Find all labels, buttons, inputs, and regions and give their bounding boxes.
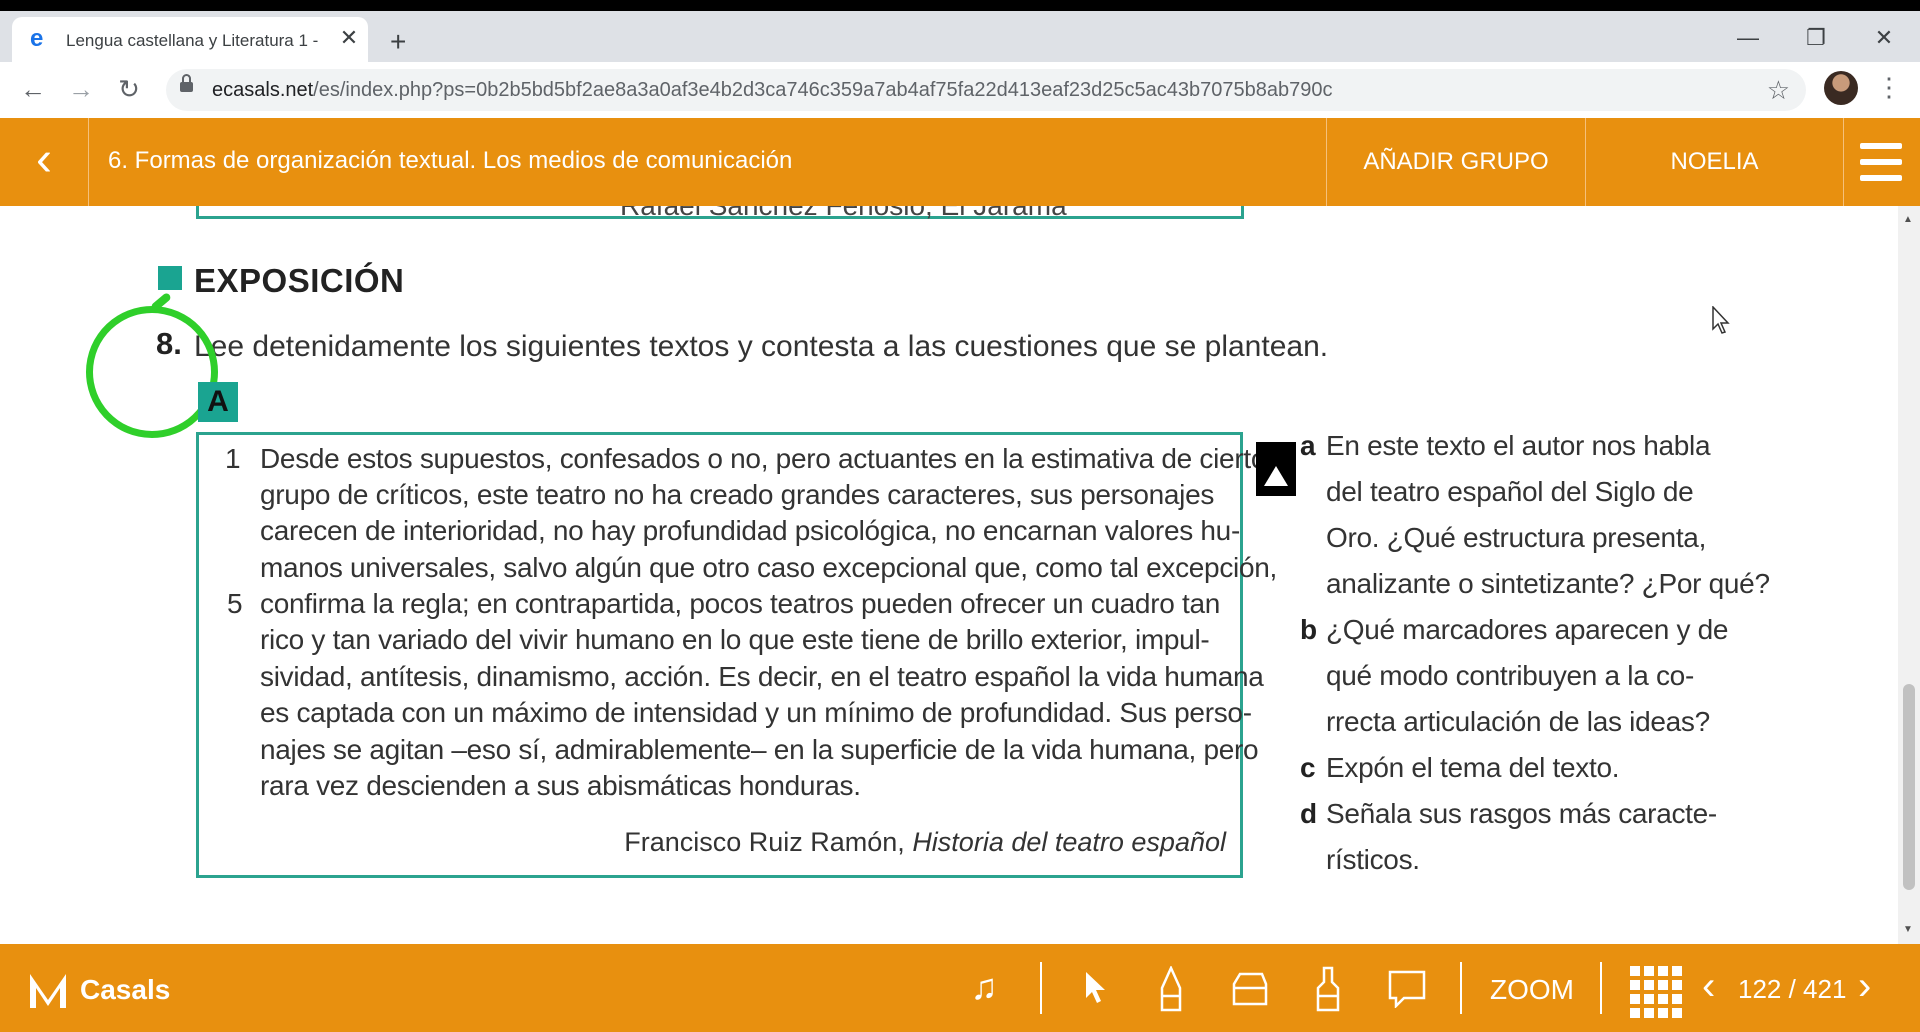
paragraph-line: grupo de críticos, este teatro no ha cre… bbox=[260, 479, 1215, 510]
page-indicator: 122 / 421 bbox=[1738, 974, 1847, 1004]
url-text: ecasals.net/es/index.php?ps=0b2b5bd5bf2a… bbox=[212, 79, 1333, 101]
scroll-down-icon[interactable]: ▼ bbox=[1903, 924, 1913, 935]
question-line: En este texto el autor nos habla bbox=[1326, 430, 1711, 461]
zoom-button[interactable]: ZOOM bbox=[1490, 974, 1574, 1006]
paragraph-line: rara vez descienden a sus abismáticas ho… bbox=[260, 770, 861, 801]
app-header: ‹ 6. Formas de organización textual. Los… bbox=[0, 118, 1920, 206]
previous-citation: Rafael Sánchez Ferlosio, El Jarama bbox=[620, 206, 1067, 222]
lock-icon bbox=[180, 74, 193, 92]
chevron-right-icon[interactable]: › bbox=[1858, 964, 1871, 1009]
eraser-icon[interactable] bbox=[1232, 970, 1268, 1008]
question-line: Señala sus rasgos más caracte- bbox=[1326, 798, 1717, 829]
tab-title: Lengua castellana y Literatura 1 - bbox=[66, 31, 319, 50]
activity-triangle-icon bbox=[1256, 442, 1296, 496]
paragraph-line: rico y tan variado del vivir humano en l… bbox=[260, 624, 1210, 655]
tab-close-icon[interactable]: ✕ bbox=[336, 25, 362, 51]
edge-favicon-icon: e bbox=[30, 25, 44, 52]
url-input[interactable]: ecasals.net/es/index.php?ps=0b2b5bd5bf2a… bbox=[166, 69, 1806, 111]
line-number: 5 bbox=[227, 588, 243, 619]
pointer-icon[interactable] bbox=[1082, 970, 1112, 1006]
user-button[interactable]: NOELIA bbox=[1585, 118, 1843, 206]
browser-tab[interactable]: e Lengua castellana y Literatura 1 - ✕ bbox=[12, 17, 368, 62]
pen-icon[interactable] bbox=[1156, 966, 1186, 1012]
profile-avatar[interactable] bbox=[1824, 71, 1858, 105]
question-line: qué modo contribuyen a la co- bbox=[1326, 660, 1694, 691]
text-label-a: A bbox=[198, 382, 238, 422]
unit-title: 6. Formas de organización textual. Los m… bbox=[108, 147, 793, 174]
paragraph-line: confirma la regla; en contrapartida, poc… bbox=[260, 588, 1221, 619]
add-group-button[interactable]: AÑADIR GRUPO bbox=[1326, 118, 1585, 206]
question-line: rísticos. bbox=[1326, 844, 1420, 875]
paragraph-line: sividad, antítesis, dinamismo, acción. E… bbox=[260, 661, 1264, 692]
back-arrow-icon[interactable]: ← bbox=[16, 74, 50, 105]
new-tab-button[interactable]: + bbox=[390, 28, 406, 56]
grid-icon[interactable] bbox=[1630, 966, 1682, 1018]
mouse-cursor-icon bbox=[1712, 306, 1730, 334]
vertical-scrollbar[interactable]: ▲ ▼ bbox=[1898, 206, 1920, 944]
hamburger-menu-icon[interactable] bbox=[1843, 118, 1920, 206]
music-icon[interactable]: ♫ bbox=[960, 966, 1008, 1008]
question-letter-c: c bbox=[1300, 752, 1316, 783]
bottom-toolbar: Casals ♫ ZOOM ‹ 122 / 421 › bbox=[0, 944, 1920, 1032]
scrollbar-thumb[interactable] bbox=[1903, 684, 1915, 890]
paragraph-line: najes se agitan –eso sí, admirablemente–… bbox=[260, 734, 1259, 765]
highlighter-icon[interactable] bbox=[1312, 966, 1344, 1012]
green-circle-annotation bbox=[75, 295, 229, 449]
toolbar-divider bbox=[1040, 962, 1042, 1014]
toolbar-divider bbox=[1460, 962, 1462, 1014]
reload-icon[interactable]: ↻ bbox=[112, 74, 146, 105]
section-marker bbox=[158, 266, 182, 290]
question-line: Expón el tema del texto. bbox=[1326, 752, 1620, 783]
question-letter-b: b bbox=[1300, 614, 1318, 645]
chevron-left-icon[interactable]: ‹ bbox=[1702, 964, 1715, 1009]
scroll-up-icon[interactable]: ▲ bbox=[1903, 214, 1913, 225]
book-page: Rafael Sánchez Ferlosio, El Jarama EXPOS… bbox=[0, 206, 1898, 944]
question-line: rrecta articulación de las ideas? bbox=[1326, 706, 1710, 737]
question-line: ¿Qué marcadores aparecen y de bbox=[1326, 614, 1729, 645]
bookmark-star-icon[interactable]: ☆ bbox=[1767, 75, 1790, 106]
paragraph-line: manos universales, salvo algún que otro … bbox=[260, 552, 1277, 583]
citation: Francisco Ruiz Ramón, Historia del teatr… bbox=[624, 827, 1226, 857]
casals-logo-icon bbox=[30, 974, 66, 1008]
reading-text-box: 1 5 Desde estos supuestos, confesados o … bbox=[196, 432, 1277, 878]
brand-name: Casals bbox=[80, 974, 171, 1005]
paragraph-line: es captada con un máximo de intensidad y… bbox=[260, 697, 1252, 728]
section-title: EXPOSICIÓN bbox=[194, 262, 405, 299]
paragraph-line: Desde estos supuestos, confesados o no, … bbox=[260, 443, 1267, 474]
back-chevron-icon[interactable]: ‹ bbox=[0, 118, 89, 206]
restore-button[interactable]: ❐ bbox=[1796, 25, 1836, 51]
question-line: del teatro español del Siglo de bbox=[1326, 476, 1694, 507]
window-top-edge bbox=[0, 0, 1920, 11]
question-letter-a: a bbox=[1300, 430, 1316, 461]
question-line: Oro. ¿Qué estructura presenta, bbox=[1326, 522, 1707, 553]
question-text: Lee detenidamente los siguientes textos … bbox=[194, 330, 1329, 363]
question-letter-d: d bbox=[1300, 798, 1318, 829]
browser-menu-icon[interactable]: ⋮ bbox=[1876, 72, 1902, 103]
question-line: analizante o sintetizante? ¿Por qué? bbox=[1326, 568, 1770, 599]
forward-arrow-icon[interactable]: → bbox=[64, 74, 98, 105]
address-bar-row: ← → ↻ ecasals.net/es/index.php?ps=0b2b5b… bbox=[0, 62, 1920, 119]
paragraph-line: carecen de interioridad, no hay profundi… bbox=[260, 515, 1240, 546]
toolbar-divider bbox=[1600, 962, 1602, 1014]
comment-icon[interactable] bbox=[1388, 970, 1426, 1008]
close-window-button[interactable]: ✕ bbox=[1864, 25, 1904, 51]
minimize-button[interactable]: — bbox=[1728, 25, 1768, 51]
tab-strip: e Lengua castellana y Literatura 1 - ✕ +… bbox=[0, 11, 1920, 62]
line-number: 1 bbox=[225, 443, 241, 474]
